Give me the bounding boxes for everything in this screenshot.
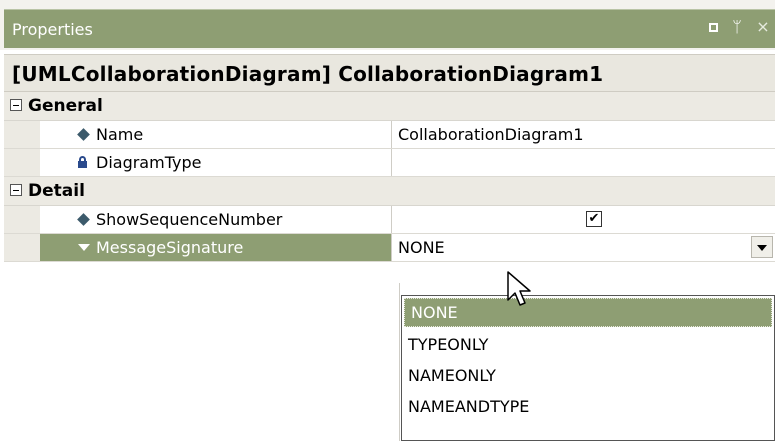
- properties-panel-header: Properties ᛘ ×: [0, 0, 775, 50]
- panel-title: Properties: [12, 20, 93, 39]
- collapse-toggle-icon[interactable]: [10, 99, 22, 111]
- property-row-showsequencenumber[interactable]: ShowSequenceNumber ✔: [4, 206, 775, 234]
- property-value-cell: [392, 149, 775, 176]
- row-gutter: [4, 121, 40, 148]
- dropdown-arrow-icon[interactable]: [751, 236, 773, 258]
- property-name: ShowSequenceNumber: [96, 210, 283, 229]
- lock-icon: [76, 155, 90, 169]
- pin-icon: ᛘ: [732, 17, 742, 36]
- close-button[interactable]: ×: [752, 17, 774, 41]
- close-icon: ×: [756, 17, 770, 36]
- dropdown-option[interactable]: NAMEONLY: [402, 360, 774, 391]
- property-value-cell[interactable]: CollaborationDiagram1: [392, 121, 775, 148]
- property-name-cell[interactable]: Name: [40, 121, 392, 148]
- property-name-cell[interactable]: DiagramType: [40, 149, 392, 176]
- property-name-cell[interactable]: MessageSignature: [40, 234, 392, 261]
- row-gutter: [4, 149, 40, 176]
- dropdown-option[interactable]: TYPEONLY: [402, 329, 774, 360]
- category-label: General: [28, 96, 103, 116]
- property-row-diagramtype[interactable]: DiagramType: [4, 149, 775, 177]
- property-row-name[interactable]: Name CollaborationDiagram1: [4, 121, 775, 149]
- property-value[interactable]: CollaborationDiagram1: [398, 125, 584, 144]
- message-signature-dropdown-list[interactable]: NONE TYPEONLY NAMEONLY NAMEANDTYPE: [401, 295, 775, 441]
- combo-value[interactable]: NONE: [398, 238, 445, 257]
- diamond-icon: [76, 127, 90, 141]
- pin-button[interactable]: ᛘ: [726, 17, 748, 41]
- dropdown-option[interactable]: NAMEANDTYPE: [402, 391, 774, 422]
- dropdown-option[interactable]: NONE: [404, 298, 772, 327]
- property-name-cell[interactable]: ShowSequenceNumber: [40, 206, 392, 233]
- property-grid: General Name CollaborationDiagram1 Diagr…: [4, 92, 775, 262]
- property-value-cell[interactable]: ✔: [392, 206, 775, 233]
- grid-empty-area: [4, 283, 399, 441]
- mouse-cursor-icon: [507, 271, 531, 306]
- collapse-toggle-icon[interactable]: [10, 184, 22, 196]
- maximize-icon: [708, 23, 718, 32]
- diamond-icon: [76, 212, 90, 226]
- triangle-down-icon: [76, 240, 90, 254]
- maximize-button[interactable]: [702, 17, 724, 41]
- row-gutter: [4, 206, 40, 233]
- property-name: MessageSignature: [96, 238, 244, 257]
- property-name: DiagramType: [96, 153, 202, 172]
- category-general[interactable]: General: [4, 92, 775, 121]
- property-name: Name: [96, 125, 144, 144]
- show-sequence-number-checkbox[interactable]: ✔: [586, 211, 602, 227]
- property-row-messagesignature[interactable]: MessageSignature NONE: [4, 234, 775, 262]
- panel-title-bar: Properties ᛘ ×: [4, 9, 775, 48]
- category-detail[interactable]: Detail: [4, 177, 775, 206]
- row-gutter: [4, 234, 40, 261]
- object-heading: [UMLCollaborationDiagram] CollaborationD…: [4, 54, 775, 92]
- message-signature-combo[interactable]: NONE: [392, 234, 775, 261]
- column-divider[interactable]: [399, 283, 400, 441]
- category-label: Detail: [28, 181, 85, 201]
